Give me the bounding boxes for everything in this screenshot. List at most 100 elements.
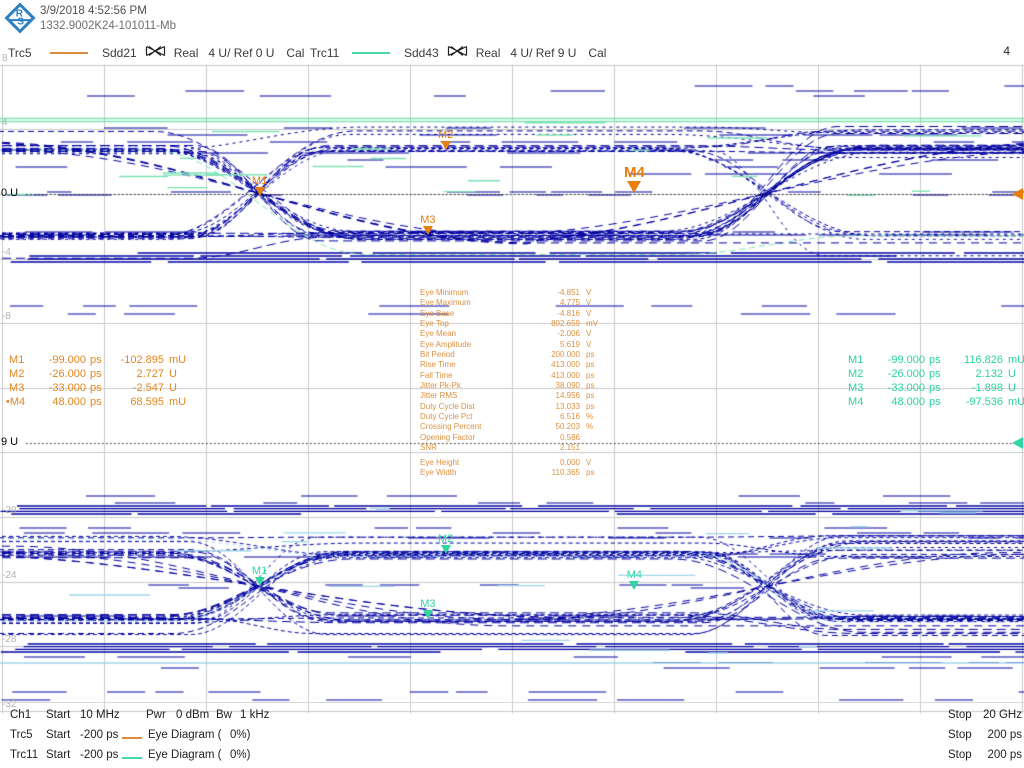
eye-measurement-value: 200.000 xyxy=(524,350,580,360)
eye-measurement-row: Eye Top802.659mV xyxy=(420,319,604,329)
eye-measurement-label: Opening Factor xyxy=(420,433,524,443)
eye-measurement-value: -4.851 xyxy=(524,288,580,298)
eye-measurement-label: Eye Top xyxy=(420,319,524,329)
plot-marker-trc11-m4[interactable]: M4 xyxy=(624,568,644,590)
marker-response-unit: mU xyxy=(1003,353,1024,367)
eye-measurement-label: Eye Height xyxy=(420,458,524,468)
marker-stimulus-value: 48.000 xyxy=(875,395,925,409)
marker-triangle-icon xyxy=(423,226,433,235)
marker-stimulus-value: -33.000 xyxy=(36,381,86,395)
eye-measurement-unit: V xyxy=(580,340,604,350)
eye-measurement-label: Jitter RMS xyxy=(420,391,524,401)
eye-measurement-row: Duty Cycle Dist13.033ps xyxy=(420,402,604,412)
eye-measurement-row: Eye Maximum4.775V xyxy=(420,298,604,308)
plot-marker-trc11-m2[interactable]: M2 xyxy=(436,532,456,554)
eye-measurement-unit: % xyxy=(580,422,604,432)
eye-measurement-label: Bit Period xyxy=(420,350,524,360)
marker-stimulus-value: -26.000 xyxy=(875,367,925,381)
eye-measurement-value: -4.816 xyxy=(524,309,580,319)
power-value: 0 dBm xyxy=(176,709,209,721)
eye-measurement-value: 13.033 xyxy=(524,402,580,412)
marker-name: M1 xyxy=(845,353,875,367)
trace-name: Trc11 xyxy=(310,46,352,60)
trace-color-line xyxy=(122,737,142,739)
marker-row: M448.000ps-97.536mU xyxy=(845,395,1024,409)
start-label: Start xyxy=(46,729,70,741)
eye-measurement-value: -2.006 xyxy=(524,329,580,339)
eye-measurement-unit: % xyxy=(580,412,604,422)
eye-measurement-label: Duty Cycle Dist xyxy=(420,402,524,412)
eye-measurement-label: Fall Time xyxy=(420,371,524,381)
eye-measurement-row: Crossing Percent50.203% xyxy=(420,422,604,432)
marker-label: M4 xyxy=(627,569,642,581)
stop-value: 200 ps xyxy=(976,749,1022,761)
start-value: 10 MHz xyxy=(80,709,120,721)
plot-marker-trc5-m4[interactable]: M4 xyxy=(624,167,644,193)
eye-measurement-label: Crossing Percent xyxy=(420,422,524,432)
vna-screen: R S 3/9/2018 4:52:56 PM 1332.9002K24-101… xyxy=(0,0,1024,768)
trace-color-line xyxy=(50,52,88,54)
marker-row: •M448.000ps68.595mU xyxy=(6,395,188,409)
eye-measurement-label: Eye Amplitude xyxy=(420,340,524,350)
plot-marker-trc5-m3[interactable]: M3 xyxy=(418,213,438,235)
marker-table-trc5: M1-99.000ps-102.895mU M2-26.000ps2.727U … xyxy=(6,353,188,409)
plot-marker-trc5-m2[interactable]: M2 xyxy=(436,128,456,150)
eye-measurement-value: 4.775 xyxy=(524,298,580,308)
plot-marker-trc11-m1[interactable]: M1 xyxy=(250,564,270,586)
marker-stimulus-unit: ps xyxy=(925,395,943,409)
marker-stimulus-unit: ps xyxy=(925,381,943,395)
marker-stimulus-value: -99.000 xyxy=(36,353,86,367)
marker-stimulus-value: -99.000 xyxy=(875,353,925,367)
marker-response-value: -1.898 xyxy=(943,381,1003,395)
legend-item-trc11[interactable]: Trc11Sdd43Real4 U/ Ref 9 UCal xyxy=(310,45,606,60)
marker-label: M3 xyxy=(420,214,435,226)
marker-label: M3 xyxy=(420,598,435,610)
measurement-progress: 0%) xyxy=(230,729,250,741)
eye-measurement-row: Bit Period200.000ps xyxy=(420,350,604,360)
marker-row: M3-33.000ps-2.547U xyxy=(6,381,188,395)
marker-name: M1 xyxy=(6,353,36,367)
marker-triangle-icon xyxy=(629,581,639,590)
eye-measurement-unit: V xyxy=(580,329,604,339)
marker-row: M2-26.000ps2.132U xyxy=(845,367,1024,381)
eye-measurement-row: Jitter RMS14.956ps xyxy=(420,391,604,401)
status-entity-name[interactable]: Trc11 xyxy=(10,749,38,761)
start-label: Start xyxy=(46,749,70,761)
format-label: Real xyxy=(476,46,501,60)
bandwidth-label: Bw xyxy=(216,709,232,721)
logo-slash xyxy=(10,19,32,21)
start-value: -200 ps xyxy=(80,729,118,741)
legend-item-trc5[interactable]: Trc5Sdd21Real4 U/ Ref 0 UCal xyxy=(8,45,304,60)
marker-stimulus-value: 48.000 xyxy=(36,395,86,409)
eye-diagram-icon xyxy=(447,45,468,60)
eye-measurement-unit: ps xyxy=(580,391,604,401)
status-entity-name[interactable]: Ch1 xyxy=(10,709,31,721)
measurement-progress: 0%) xyxy=(230,749,250,761)
stop-value: 20 GHz xyxy=(976,709,1022,721)
eye-measurement-value: 110.365 xyxy=(524,468,580,478)
marker-name: M4 xyxy=(845,395,875,409)
stop-label: Stop xyxy=(948,749,972,761)
eye-measurement-value: 413.000 xyxy=(524,360,580,370)
eye-measurement-label: Eye Mean xyxy=(420,329,524,339)
eye-measurement-unit: V xyxy=(580,458,604,468)
marker-triangle-icon xyxy=(441,141,451,150)
eye-measurement-value: 6.516 xyxy=(524,412,580,422)
plot-marker-trc5-m1[interactable]: M1 xyxy=(250,174,270,196)
plot-marker-trc11-m3[interactable]: M3 xyxy=(418,597,438,619)
eye-measurement-unit xyxy=(580,443,604,453)
eye-diagram-icon xyxy=(145,45,166,60)
header: R S 3/9/2018 4:52:56 PM 1332.9002K24-101… xyxy=(0,0,1024,40)
eye-measurement-row: Eye Width110.365ps xyxy=(420,468,604,478)
marker-name: M2 xyxy=(845,367,875,381)
eye-measurement-label: Jitter Pk-Pk xyxy=(420,381,524,391)
marker-triangle-icon xyxy=(441,545,451,554)
marker-name: M3 xyxy=(845,381,875,395)
status-entity-name[interactable]: Trc5 xyxy=(10,729,33,741)
marker-label: M4 xyxy=(624,164,645,181)
eye-measurement-label: Duty Cycle Pct xyxy=(420,412,524,422)
sparam-label: Sdd21 xyxy=(102,46,137,60)
eye-measurement-value: 38.090 xyxy=(524,381,580,391)
window-number-badge[interactable]: 4 xyxy=(1003,44,1010,58)
scale-ref-label: 4 U/ Ref 9 U xyxy=(510,46,576,60)
